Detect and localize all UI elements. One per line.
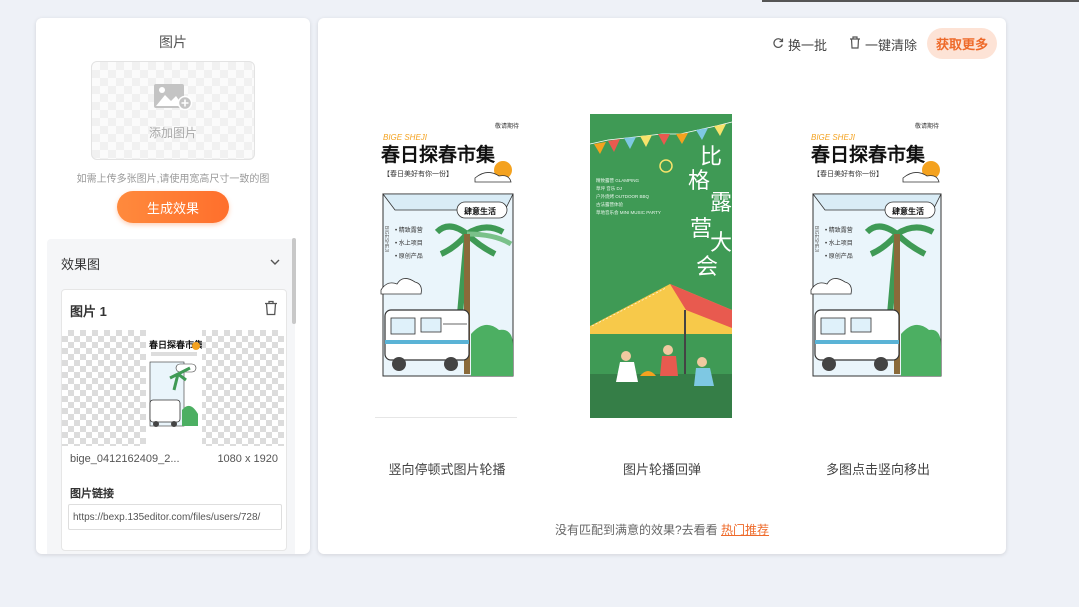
svg-text:草地音乐会 MINI MUSIC PARTY: 草地音乐会 MINI MUSIC PARTY <box>596 209 661 216</box>
svg-text:肆意生活: 肆意生活 <box>892 206 924 216</box>
delete-icon[interactable] <box>264 300 278 321</box>
svg-text:敬请期待: 敬请期待 <box>495 122 519 130</box>
clear-all-button[interactable]: 一键清除 <box>849 36 918 53</box>
add-image-label: 添加图片 <box>148 126 197 140</box>
svg-text:比: 比 <box>700 144 722 169</box>
template-label-1: 竖向停顿式图片轮播 <box>388 462 506 477</box>
refresh-button[interactable]: 换一批 <box>772 37 828 53</box>
svg-text:BIGESHEJI: BIGESHEJI <box>383 226 389 252</box>
svg-text:• 原创产品: • 原创产品 <box>825 252 853 260</box>
svg-text:• 精致露营: • 精致露营 <box>395 226 423 234</box>
hot-recommend-link[interactable]: 热门推荐 <box>721 523 769 537</box>
image-link-label: 图片链接 <box>70 488 114 500</box>
results-scrollbar[interactable] <box>292 238 296 324</box>
image-preview: 春日探春市集 <box>62 330 284 446</box>
poster-title: 春日探春市集 <box>381 143 496 166</box>
add-image-area[interactable]: 添加图片 <box>91 61 255 160</box>
trash-icon <box>849 36 861 52</box>
svg-text:BIGESHEJI: BIGESHEJI <box>813 226 819 252</box>
svg-text:户外烧烤 OUTDOOR BBQ: 户外烧烤 OUTDOOR BBQ <box>596 193 650 200</box>
divider <box>375 417 517 418</box>
svg-text:• 水上项目: • 水上项目 <box>825 239 853 247</box>
svg-text:敬请期待: 敬请期待 <box>915 122 939 130</box>
poster-subtitle: 【春日美好有你一份】 <box>383 169 453 178</box>
svg-text:会: 会 <box>696 254 718 279</box>
panel-title: 图片 <box>159 34 187 50</box>
camping-poster: 比 格 露 营 大 会 精致露营 GLAMPING 草坪 音乐 DJ 户外烧烤 … <box>590 114 733 418</box>
get-more-button[interactable]: 获取更多 <box>927 28 997 59</box>
footer-hint: 没有匹配到满意的效果?去看看 热门推荐 <box>318 521 1006 538</box>
chevron-down-icon[interactable] <box>269 255 281 273</box>
results-section: 效果图 图片 1 春日探春市集 bige_0412162409_2... 108… <box>47 239 295 554</box>
svg-text:【春日美好有你一份】: 【春日美好有你一份】 <box>813 169 883 178</box>
refresh-label: 换一批 <box>788 37 828 53</box>
svg-text:古法露营体验: 古法露营体验 <box>596 201 623 208</box>
upload-hint: 如需上传多张图片,请使用宽高尺寸一致的图 <box>76 174 270 185</box>
image-card-title: 图片 1 <box>70 304 107 319</box>
svg-text:格: 格 <box>688 168 710 193</box>
image-thumbnail: 春日探春市集 <box>146 330 202 446</box>
svg-text:BIGE SHEJI: BIGE SHEJI <box>811 133 856 142</box>
add-image-icon <box>153 78 193 117</box>
generate-button[interactable]: 生成效果 <box>117 191 229 223</box>
results-header: 效果图 <box>61 257 101 272</box>
effects-panel: 换一批 一键清除 获取更多 敬请期待 BIGE SHEJI 春日探春市集 【春日… <box>318 18 1006 554</box>
svg-text:BIGE SHEJI: BIGE SHEJI <box>383 133 428 142</box>
template-label-2: 图片轮播回弹 <box>622 462 701 477</box>
file-name: bige_0412162409_2... <box>70 453 180 465</box>
spring-market-poster-2: 敬请期待 BIGE SHEJI 春日探春市集 【春日美好有你一份】 肆意生活 •… <box>807 114 957 418</box>
svg-text:露: 露 <box>710 190 732 215</box>
result-image-card: 图片 1 春日探春市集 bige_0412162409_2... 1080 x … <box>61 289 287 551</box>
svg-text:草坪 音乐 DJ: 草坪 音乐 DJ <box>596 185 622 192</box>
template-card-3[interactable]: 敬请期待 BIGE SHEJI 春日探春市集 【春日美好有你一份】 肆意生活 •… <box>807 114 957 418</box>
top-edge-line <box>762 0 1079 2</box>
svg-text:• 水上项目: • 水上项目 <box>395 239 423 247</box>
svg-text:肆意生活: 肆意生活 <box>464 206 496 216</box>
template-label-3: 多图点击竖向移出 <box>825 462 930 477</box>
footer-text: 没有匹配到满意的效果?去看看 <box>554 523 718 537</box>
upload-panel: 图片 添加图片 如需上传多张图片,请使用宽高尺寸一致的图 生成效果 效果图 图片… <box>36 18 310 554</box>
clear-all-label: 一键清除 <box>865 37 918 53</box>
spring-market-poster: 敬请期待 BIGE SHEJI 春日探春市集 【春日美好有你一份】 肆意生活 •… <box>375 114 525 418</box>
template-card-1[interactable]: 敬请期待 BIGE SHEJI 春日探春市集 【春日美好有你一份】 肆意生活 •… <box>375 114 525 418</box>
svg-text:• 原创产品: • 原创产品 <box>395 252 423 260</box>
refresh-icon <box>772 37 784 52</box>
svg-text:春日探春市集: 春日探春市集 <box>811 143 926 166</box>
svg-text:• 精致露营: • 精致露营 <box>825 226 853 234</box>
template-card-2[interactable]: 比 格 露 营 大 会 精致露营 GLAMPING 草坪 音乐 DJ 户外烧烤 … <box>590 114 740 418</box>
svg-text:营: 营 <box>690 216 712 241</box>
svg-text:大: 大 <box>710 230 732 255</box>
svg-text:精致露营 GLAMPING: 精致露营 GLAMPING <box>596 177 640 184</box>
image-link-field[interactable] <box>68 504 282 530</box>
image-dimensions: 1080 x 1920 <box>217 453 278 465</box>
